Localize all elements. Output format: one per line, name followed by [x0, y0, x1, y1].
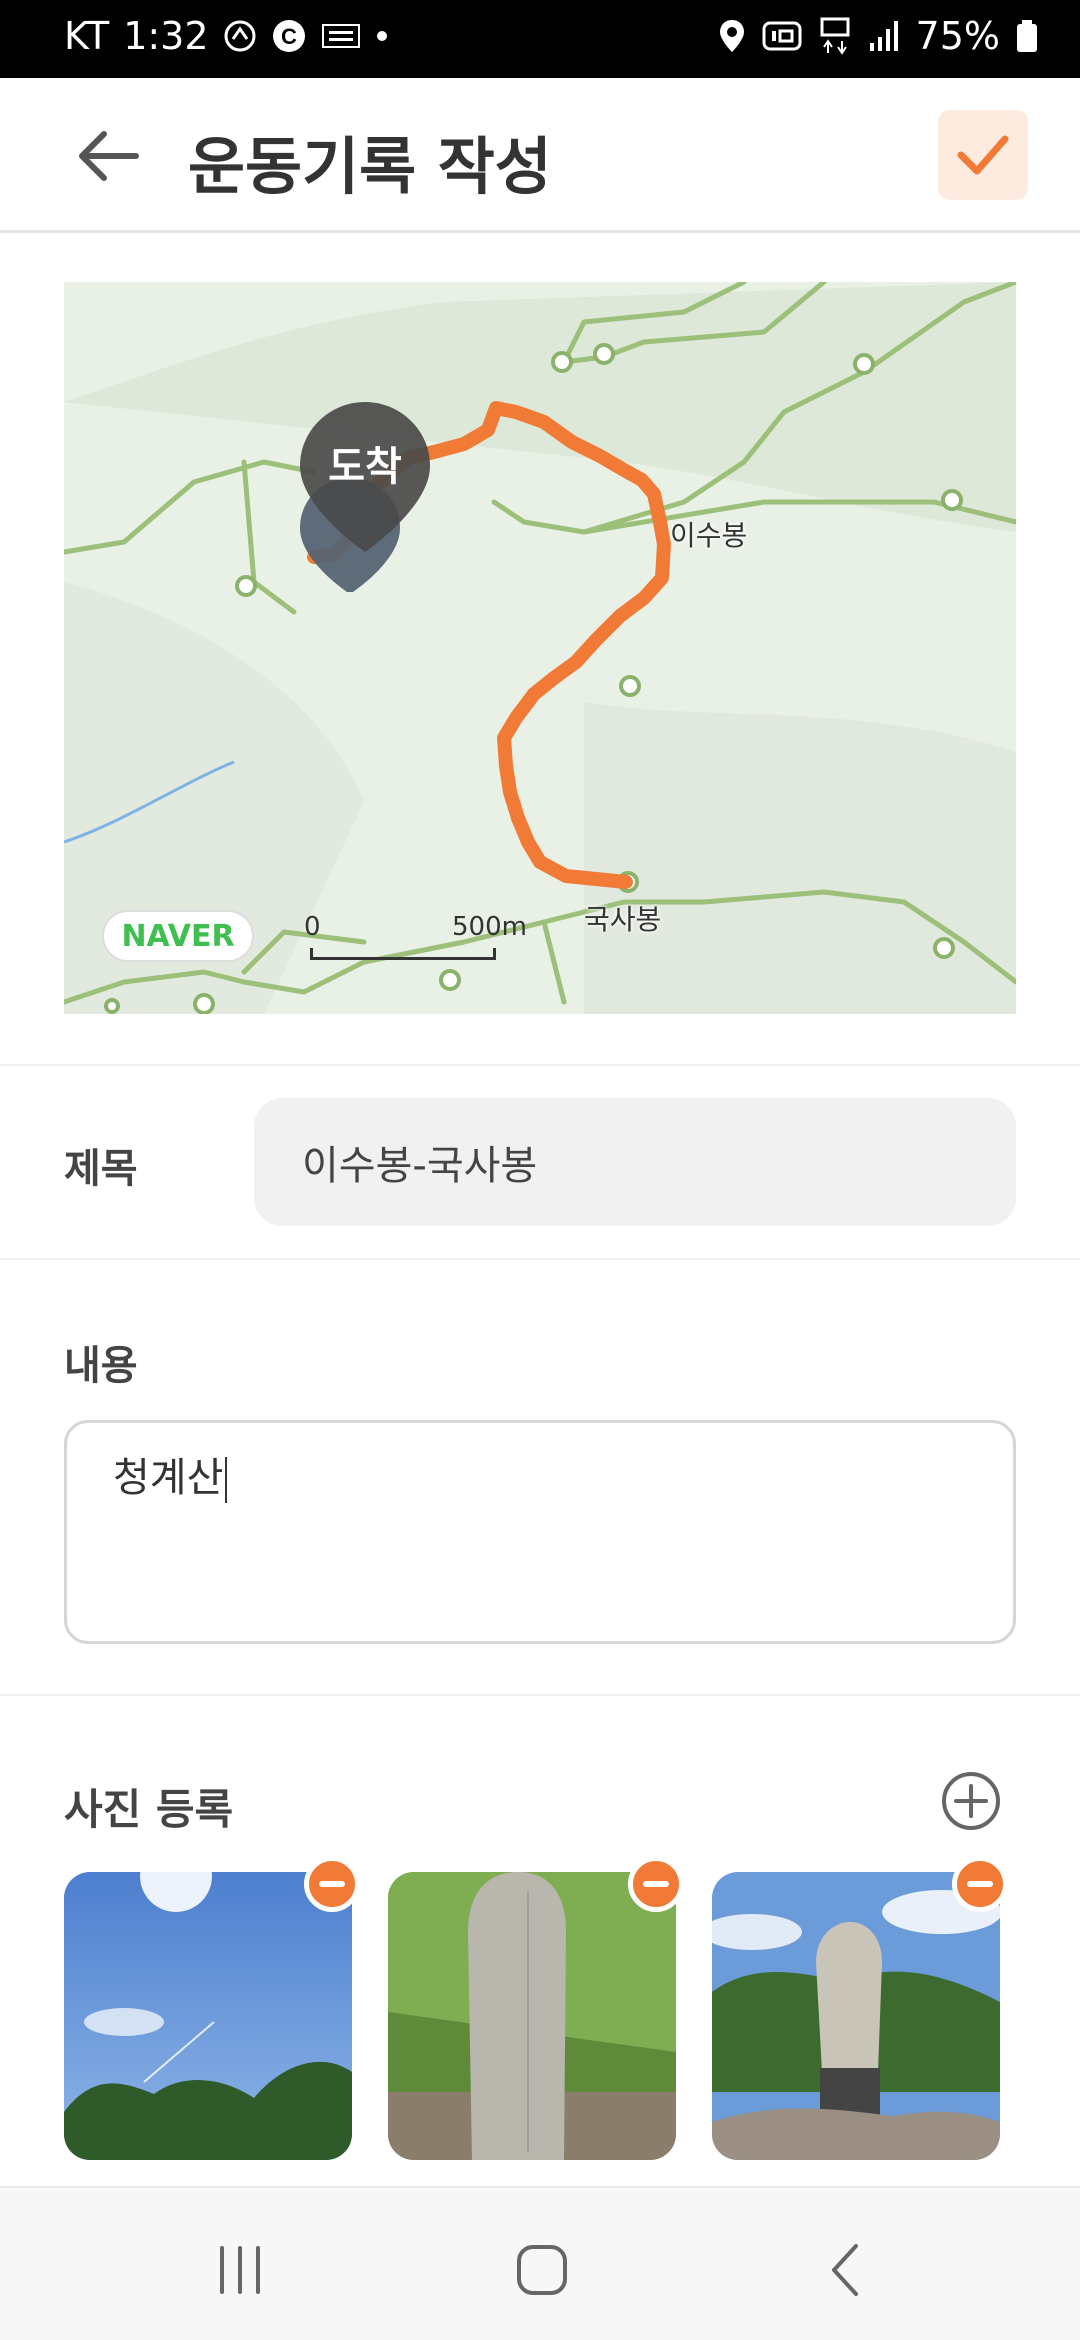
page-title: 운동기록 작성 — [188, 130, 552, 203]
content-label: 내용 — [64, 1343, 138, 1389]
place-label-isubong: 이수봉 — [670, 519, 748, 552]
map-canvas — [64, 282, 1016, 1014]
title-label: 제목 — [64, 1146, 138, 1192]
location-icon — [718, 18, 746, 54]
remove-photo-button[interactable] — [304, 1856, 360, 1912]
status-left: KT 1:32 C — [64, 14, 389, 58]
remove-photo-button[interactable] — [952, 1856, 1008, 1912]
photo-thumbnail-sky[interactable] — [64, 1872, 352, 2160]
photo-image — [64, 1872, 352, 2160]
scale-start: 0 — [304, 912, 321, 942]
hd-icon — [762, 19, 802, 53]
c-icon: C — [271, 18, 307, 54]
title-input[interactable]: 이수봉-국사봉 — [254, 1098, 1016, 1226]
content-text: 청계산 — [113, 1455, 224, 1501]
divider — [0, 1064, 1080, 1066]
photo-image — [388, 1872, 676, 2160]
photo-thumbnail-isubong-stone[interactable] — [388, 1872, 676, 2160]
route-map[interactable]: 도착 이수봉 국사봉 NAVER 0 500m — [64, 282, 1016, 1014]
5g-icon — [818, 17, 852, 55]
home-button[interactable] — [502, 2230, 582, 2310]
temu-icon — [321, 21, 361, 51]
system-nav-bar — [0, 2186, 1080, 2340]
plus-circle-icon — [942, 1772, 1000, 1830]
home-icon — [517, 2245, 567, 2295]
status-bar: KT 1:32 C 75% — [0, 0, 1080, 78]
divider — [0, 1258, 1080, 1260]
check-icon — [957, 135, 1009, 175]
text-caret — [225, 1457, 228, 1503]
arrival-pin-label: 도착 — [328, 444, 402, 490]
carrier: KT — [64, 14, 110, 58]
system-back-button[interactable] — [806, 2230, 886, 2310]
app-header: 운동기록 작성 — [0, 78, 1080, 233]
confirm-button[interactable] — [938, 110, 1028, 200]
photo-thumbnail-guksabong-stone[interactable] — [712, 1872, 1000, 2160]
remove-photo-button[interactable] — [628, 1856, 684, 1912]
photo-image — [712, 1872, 1000, 2160]
back-button[interactable] — [72, 120, 144, 192]
map-pin-icon — [300, 402, 430, 592]
place-label-guksabong: 국사봉 — [584, 903, 662, 936]
recent-apps-button[interactable] — [200, 2230, 280, 2310]
dot-icon — [375, 29, 389, 43]
add-photo-button[interactable] — [940, 1770, 1002, 1832]
signal-icon — [868, 19, 900, 53]
recent-apps-icon — [220, 2246, 260, 2294]
status-right: 75% — [718, 14, 1038, 58]
battery-icon — [1016, 19, 1038, 53]
battery-level: 75% — [915, 14, 1000, 58]
back-icon — [832, 2244, 858, 2296]
scale-bar — [310, 948, 496, 960]
arrow-left-icon — [79, 131, 139, 181]
scale-distance: 500m — [452, 912, 527, 942]
runner-icon — [223, 19, 257, 53]
divider — [0, 1694, 1080, 1696]
svg-text:C: C — [281, 24, 297, 49]
photo-label: 사진 등록 — [64, 1785, 234, 1834]
content-textarea[interactable]: 청계산 — [64, 1420, 1016, 1644]
arrival-pin[interactable]: 도착 — [300, 402, 430, 592]
naver-logo: NAVER — [102, 910, 254, 962]
clock: 1:32 — [123, 14, 209, 58]
